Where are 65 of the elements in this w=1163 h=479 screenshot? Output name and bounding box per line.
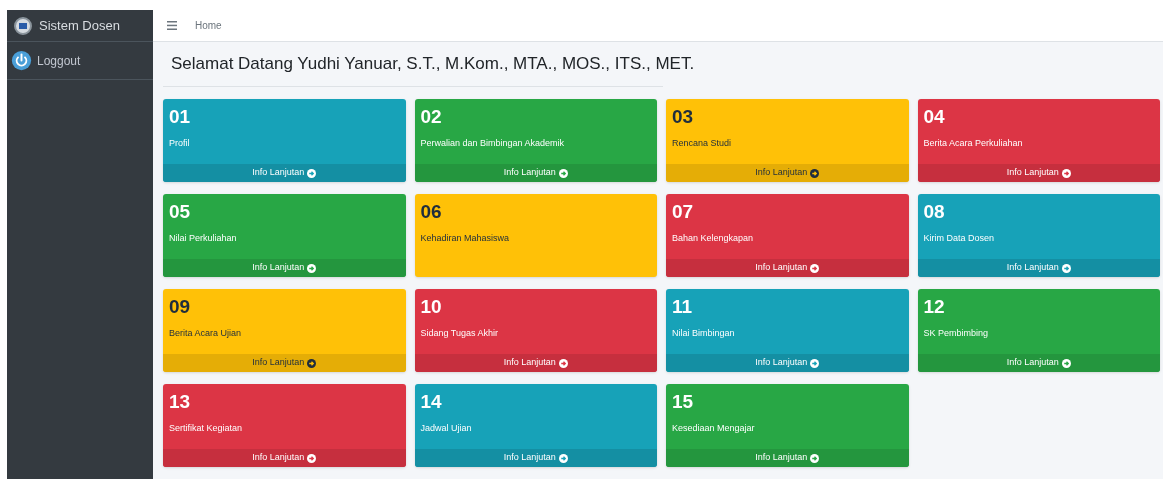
card-number: 04: [923, 105, 946, 129]
card-number: 15: [672, 390, 695, 414]
arrow-circle-icon: [307, 358, 317, 368]
breadcrumb-link[interactable]: Home: [195, 18, 222, 33]
arrow-circle-icon: [307, 263, 317, 273]
card-number: 05: [169, 200, 192, 224]
card-number: 01: [169, 105, 192, 129]
arrow-circle-icon: [307, 168, 317, 178]
arrow-circle-icon: [1061, 358, 1071, 368]
card-label: Sertifikat Kegiatan: [169, 422, 244, 435]
arrow-circle-icon: [558, 358, 568, 368]
card-number: 10: [420, 295, 443, 319]
card-number: 11: [672, 295, 694, 319]
arrow-circle-icon: [558, 168, 568, 178]
arrow-circle-icon: [810, 263, 820, 273]
more-info-link[interactable]: Info Lanjutan: [666, 449, 909, 467]
arrow-circle-icon: [1061, 168, 1071, 178]
more-info-link[interactable]: Info Lanjutan: [917, 259, 1160, 277]
arrow-circle-icon: [810, 358, 820, 368]
card-label: Berita Acara Perkuliahan: [923, 137, 1024, 150]
more-info-link[interactable]: Info Lanjutan: [163, 164, 406, 182]
card-label: Jadwal Ujian: [420, 422, 473, 435]
arrow-circle-icon: [307, 453, 317, 463]
card-label: Kirim Data Dosen: [923, 232, 996, 245]
arrow-circle-icon: [810, 453, 820, 463]
card-label: Kehadiran Mahasiswa: [420, 232, 511, 245]
card-label: Nilai Bimbingan: [672, 327, 736, 340]
card-label: Bahan Kelengkapan: [672, 232, 755, 245]
more-info-link[interactable]: Info Lanjutan: [666, 354, 909, 372]
more-info-link[interactable]: Info Lanjutan: [666, 259, 909, 277]
brand-title[interactable]: Sistem Dosen: [39, 15, 120, 36]
more-info-link[interactable]: Info Lanjutan: [163, 259, 406, 277]
card-number: 08: [923, 200, 946, 224]
card-number: 12: [923, 295, 946, 319]
more-info-link[interactable]: Info Lanjutan: [414, 449, 657, 467]
card-label: Berita Acara Ujian: [169, 327, 243, 340]
card-label: Perwalian dan Bimbingan Akademik: [420, 137, 566, 150]
card-label: Sidang Tugas Akhir: [420, 327, 500, 340]
sidebar-item[interactable]: Loggout: [7, 42, 153, 80]
more-info-link[interactable]: Info Lanjutan: [163, 354, 406, 372]
more-info-link[interactable]: Info Lanjutan: [666, 164, 909, 182]
card-number: 02: [420, 105, 443, 129]
card-label: Profil: [169, 137, 191, 150]
more-info-link[interactable]: Info Lanjutan: [917, 354, 1160, 372]
arrow-circle-icon: [558, 453, 568, 463]
logo-icon: [14, 16, 32, 35]
card-label: Nilai Perkuliahan: [169, 232, 238, 245]
card-number: 09: [169, 295, 192, 319]
card-number: 13: [169, 390, 192, 414]
card-label: Kesediaan Mengajar: [672, 422, 756, 435]
card-label: Rencana Studi: [672, 137, 733, 150]
card-number: 03: [672, 105, 695, 129]
card-number: 06: [420, 200, 443, 224]
card-number: 14: [420, 390, 443, 414]
card-number: 07: [672, 200, 695, 224]
menu-icon[interactable]: [167, 21, 177, 30]
arrow-circle-icon: [810, 168, 820, 178]
more-info-link[interactable]: Info Lanjutan: [917, 164, 1160, 182]
arrow-circle-icon: [1061, 263, 1071, 273]
power-icon: [11, 50, 32, 71]
more-info-link[interactable]: Info Lanjutan: [414, 164, 657, 182]
more-info-link[interactable]: Info Lanjutan: [163, 449, 406, 467]
card-label: SK Pembimbing: [923, 327, 990, 340]
more-info-link[interactable]: Info Lanjutan: [414, 354, 657, 372]
welcome-heading: Selamat Datang Yudhi Yanuar, S.T., M.Kom., MTA., MOS., ITS., MET.: [171, 53, 695, 76]
